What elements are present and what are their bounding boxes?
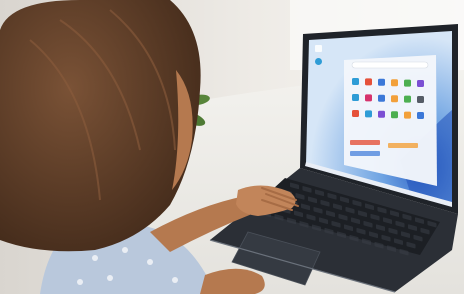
pinned-app-icon	[365, 94, 372, 102]
desktop-icon-edge	[315, 58, 322, 65]
pinned-app-icon	[391, 111, 398, 119]
pinned-app-icon	[352, 94, 359, 101]
pinned-app-icon	[417, 96, 424, 103]
recommended-item	[350, 140, 380, 145]
start-menu	[344, 55, 437, 186]
pinned-app-icon	[417, 112, 424, 119]
pinned-app-icon	[378, 110, 385, 118]
pinned-app-icon	[404, 95, 411, 103]
pinned-app-icon	[352, 78, 359, 85]
pinned-app-icon	[404, 111, 411, 119]
pinned-app-icon	[391, 95, 398, 103]
recommended-item	[388, 143, 418, 148]
recommended-item	[350, 151, 380, 156]
pinned-app-icon	[365, 110, 372, 118]
pinned-app-icon	[378, 78, 385, 86]
pinned-app-icon	[352, 110, 359, 117]
pinned-app-icon	[417, 80, 424, 87]
pinned-app-icon	[391, 79, 398, 87]
start-search-box	[351, 61, 429, 69]
pinned-app-icon	[404, 79, 411, 87]
photo-scene	[0, 0, 464, 294]
pinned-app-icon	[365, 78, 372, 86]
pinned-app-icon	[378, 94, 385, 102]
desktop-icon-recycle-bin	[315, 45, 322, 52]
